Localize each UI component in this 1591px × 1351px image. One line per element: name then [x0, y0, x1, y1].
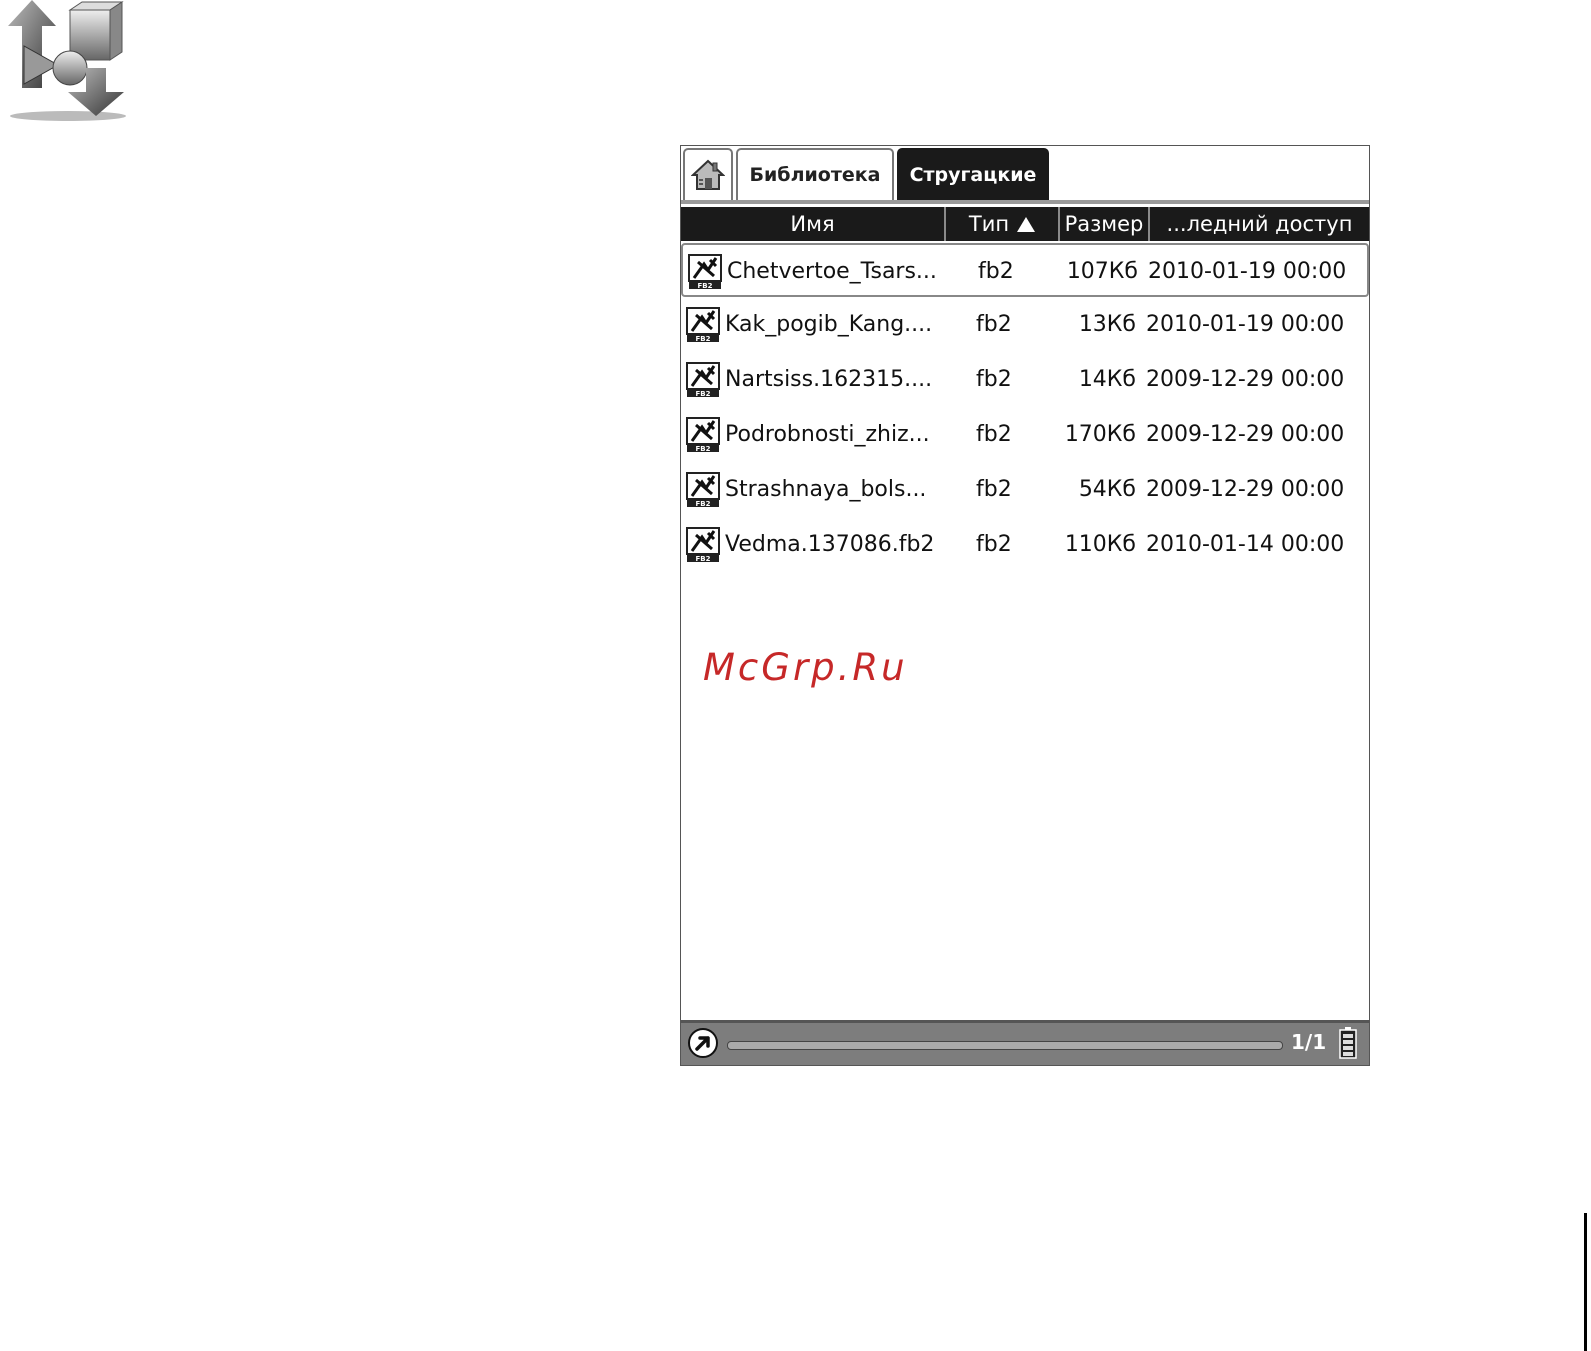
file-last-access: 2009-12-29 00:00 [1146, 367, 1345, 392]
file-size: 107Кб [1066, 259, 1138, 284]
file-row[interactable]: FB2 Podrobnosti_zhiz... fb2 170Кб 2009-1… [681, 408, 1369, 462]
battery-icon [1339, 1027, 1357, 1059]
status-bar: 1/1 [681, 1020, 1369, 1065]
file-row[interactable]: FB2 Nartsiss.162315.... fb2 14Кб 2009-12… [681, 353, 1369, 407]
file-last-access: 2010-01-14 00:00 [1146, 532, 1345, 557]
tab-current-folder[interactable]: Стругацкие [897, 148, 1049, 200]
file-name: Nartsiss.162315.... [725, 367, 933, 392]
file-type: fb2 [976, 312, 1012, 337]
file-name: Strashnaya_bols... [725, 477, 927, 502]
file-size: 14Кб [1078, 367, 1136, 392]
page-progress-bar [727, 1041, 1283, 1050]
status-bar-border [681, 1020, 1369, 1023]
file-size: 170Кб [1064, 422, 1136, 447]
file-name: Chetvertoe_Tsars... [727, 259, 937, 284]
column-header: Имя Тип Размер ...ледний доступ [681, 207, 1369, 241]
column-header-type[interactable]: Тип [946, 207, 1058, 241]
file-type: fb2 [976, 367, 1012, 392]
column-header-last-access[interactable]: ...ледний доступ [1150, 207, 1369, 241]
file-last-access: 2009-12-29 00:00 [1146, 477, 1345, 502]
column-type-label: Тип [968, 212, 1010, 236]
tab-underline [681, 200, 1369, 204]
tab-home[interactable] [683, 148, 733, 200]
manual-section-logo [8, 0, 126, 121]
column-header-size[interactable]: Размер [1060, 207, 1148, 241]
file-type: fb2 [976, 477, 1012, 502]
file-name: Vedma.137086.fb2 [725, 532, 935, 557]
back-arrow-icon[interactable] [687, 1027, 719, 1059]
column-name-label: Имя [790, 212, 835, 236]
file-type: fb2 [976, 422, 1012, 447]
fb2-file-icon: FB2 [686, 472, 720, 508]
file-last-access: 2010-01-19 00:00 [1146, 312, 1345, 337]
page-edge-mark [1584, 1213, 1587, 1351]
file-type: fb2 [978, 259, 1014, 284]
svg-text:FB2: FB2 [698, 282, 713, 290]
fb2-file-icon: FB2 [686, 362, 720, 398]
file-size: 54Кб [1078, 477, 1136, 502]
home-icon [691, 159, 725, 190]
file-row[interactable]: FB2 Strashnaya_bols... fb2 54Кб 2009-12-… [681, 463, 1369, 517]
svg-text:FB2: FB2 [696, 445, 711, 453]
file-name: Kak_pogib_Kang.... [725, 312, 933, 337]
sort-ascending-icon [1017, 216, 1036, 232]
svg-text:FB2: FB2 [696, 500, 711, 508]
tab-library[interactable]: Библиотека [736, 148, 894, 200]
file-size: 13Кб [1078, 312, 1136, 337]
column-size-label: Размер [1064, 212, 1144, 236]
column-access-label: ...ледний доступ [1166, 212, 1353, 236]
file-size: 110Кб [1064, 532, 1136, 557]
svg-text:FB2: FB2 [696, 555, 711, 563]
svg-text:FB2: FB2 [696, 390, 711, 398]
fb2-file-icon: FB2 [686, 417, 720, 453]
fb2-file-icon: FB2 [686, 307, 720, 343]
file-name: Podrobnosti_zhiz... [725, 422, 930, 447]
file-last-access: 2009-12-29 00:00 [1146, 422, 1345, 447]
file-row[interactable]: FB2 Vedma.137086.fb2 fb2 110Кб 2010-01-1… [681, 518, 1369, 572]
file-last-access: 2010-01-19 00:00 [1148, 259, 1347, 284]
watermark-text: McGrp.Ru [703, 646, 908, 689]
fb2-file-icon: FB2 [688, 254, 722, 290]
file-type: fb2 [976, 532, 1012, 557]
page-indicator: 1/1 [1291, 1030, 1327, 1054]
breadcrumb-tabs: Библиотека Стругацкие [681, 146, 1369, 204]
column-header-name[interactable]: Имя [681, 207, 944, 241]
file-row[interactable]: FB2 Chetvertoe_Tsars... fb2 107Кб 2010-0… [681, 243, 1369, 297]
fb2-file-icon: FB2 [686, 527, 720, 563]
file-manager-screen: Библиотека Стругацкие Имя Тип Размер ...… [680, 145, 1370, 1066]
file-row[interactable]: FB2 Kak_pogib_Kang.... fb2 13Кб 2010-01-… [681, 298, 1369, 352]
svg-text:FB2: FB2 [696, 335, 711, 343]
